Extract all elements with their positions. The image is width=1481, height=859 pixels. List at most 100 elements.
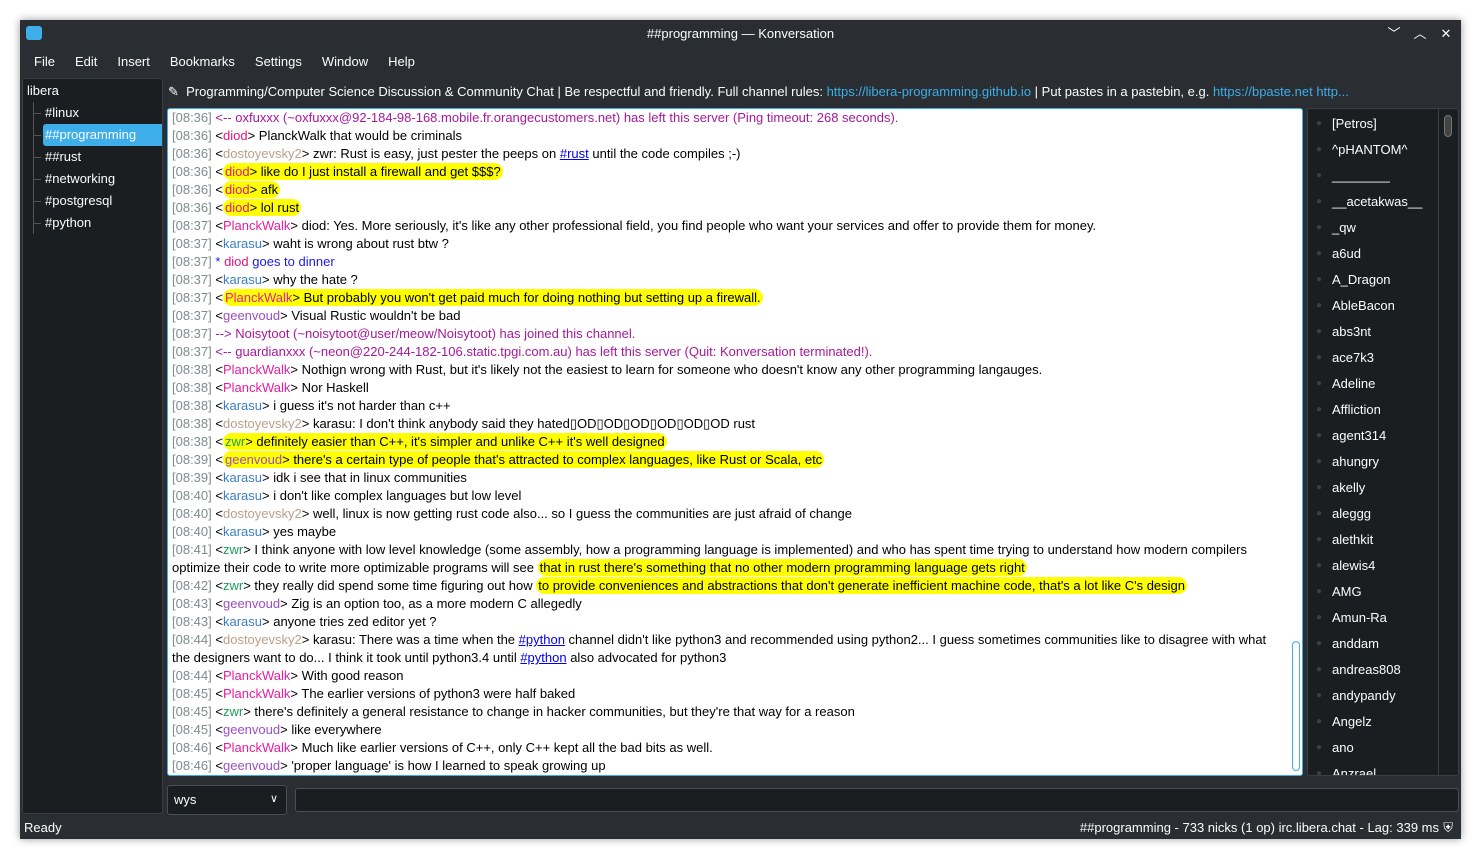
channel-item[interactable]: #linux [23,102,162,124]
nick-item[interactable]: ● Amun-Ra [1308,605,1438,631]
nick-item[interactable]: ● Adeline [1308,371,1438,397]
message-nick[interactable]: zwr [223,542,243,557]
menu-help[interactable]: Help [378,50,425,76]
menu-file[interactable]: File [24,50,65,76]
menu-settings[interactable]: Settings [245,50,312,76]
message-nick[interactable]: diod [222,181,250,198]
nick-item[interactable]: ● alewis4 [1308,553,1438,579]
nick-item[interactable]: ● AMG [1308,579,1438,605]
message-nick[interactable]: geenvoud [222,451,283,468]
nick-item[interactable]: ● abs3nt [1308,319,1438,345]
menu-insert[interactable]: Insert [107,50,160,76]
message-nick[interactable]: dostoyevsky2 [223,632,302,647]
menu-window[interactable]: Window [312,50,378,76]
nick-item[interactable]: ● anddam [1308,631,1438,657]
message-nick[interactable]: PlanckWalk [223,218,290,233]
message-text: Visual Rustic wouldn't be bad [287,308,461,323]
nick-item[interactable]: ● aleggg [1308,501,1438,527]
nick-item[interactable]: ● andreas808 [1308,657,1438,683]
channel-link[interactable]: #rust [560,146,589,161]
message-nick[interactable]: PlanckWalk [222,289,293,306]
scrollbar-thumb[interactable] [1444,115,1452,137]
message-nick[interactable]: PlanckWalk [223,686,290,701]
nick-item[interactable]: ● ahungry [1308,449,1438,475]
scrollbar-thumb[interactable] [1292,641,1300,771]
nick-item[interactable]: ● ano [1308,735,1438,761]
chat-message: [08:37] < PlanckWalk> But probably you wo… [172,289,1276,307]
nick-item[interactable]: ● alethkit [1308,527,1438,553]
nick-item[interactable]: ● ________ [1308,163,1438,189]
user-icon: ● [1316,196,1323,207]
message-nick[interactable]: diod [222,199,250,216]
message-nick[interactable]: karasu [223,488,262,503]
nick-item[interactable]: ● Anzrael [1308,761,1438,775]
channel-link[interactable]: #python [520,650,566,665]
nick-item[interactable]: ● ^pHANTOM^ [1308,137,1438,163]
message-nick[interactable]: geenvoud [223,758,280,773]
nick-bracket: > [262,470,270,485]
nick-bracket: < [215,614,223,629]
nick-item[interactable]: ● Affliction [1308,397,1438,423]
nick-item[interactable]: ● a6ud [1308,241,1438,267]
message-nick[interactable]: karasu [223,398,262,413]
message-nick[interactable]: karasu [223,470,262,485]
message-nick[interactable]: zwr [223,578,243,593]
message-nick[interactable]: geenvoud [223,722,280,737]
message-input[interactable] [295,788,1459,812]
topic-link-bpaste[interactable]: https://bpaste.net [1213,84,1313,99]
user-icon: ● [1316,716,1323,727]
message-nick[interactable]: PlanckWalk [223,380,290,395]
topic-link-rules[interactable]: https://libera-programming.github.io [827,84,1032,99]
nick-item[interactable]: ● AbleBacon [1308,293,1438,319]
nick-item[interactable]: ● ace7k3 [1308,345,1438,371]
channel-item[interactable]: #python [23,212,162,234]
nick-item[interactable]: ● Angelz [1308,709,1438,735]
chat-view[interactable]: [08:36] <-- oxfuxxx (~oxfuxxx@92-184-98-… [167,108,1303,776]
nick-item[interactable]: ● __acetakwas__ [1308,189,1438,215]
message-nick[interactable]: karasu [223,614,262,629]
topic-link-more[interactable]: http... [1316,84,1349,99]
close-button[interactable]: ✕ [1439,20,1453,48]
message-nick[interactable]: zwr [222,433,246,450]
nick-list-scrollbar[interactable] [1438,109,1458,775]
menu-bookmarks[interactable]: Bookmarks [160,50,245,76]
chat-scrollbar[interactable] [1292,113,1300,771]
minimize-button[interactable]: ﹀ [1387,20,1401,48]
message-nick[interactable]: geenvoud [223,596,280,611]
message-nick[interactable]: karasu [223,236,262,251]
nick-item[interactable]: ● _qw [1308,215,1438,241]
message-nick[interactable]: diod [223,128,248,143]
message-timestamp: [08:37] [172,308,212,323]
menu-edit[interactable]: Edit [65,50,107,76]
message-nick[interactable]: karasu [223,524,262,539]
message-nick[interactable]: PlanckWalk [223,668,290,683]
message-nick[interactable]: geenvoud [223,308,280,323]
nick-item[interactable]: ● akelly [1308,475,1438,501]
message-timestamp: [08:46] [172,758,212,773]
channel-link[interactable]: #python [519,632,565,647]
nick-item[interactable]: ● A_Dragon [1308,267,1438,293]
nick-item[interactable]: ● [Petros] [1308,111,1438,137]
message-nick[interactable]: diod [224,254,249,269]
channel-item[interactable]: #networking [23,168,162,190]
channel-item-selected[interactable]: ##programming [23,124,162,146]
message-nick[interactable]: dostoyevsky2 [223,146,302,161]
message-nick[interactable]: karasu [223,272,262,287]
message-nick[interactable]: dostoyevsky2 [223,506,302,521]
message-nick[interactable]: PlanckWalk [223,740,290,755]
maximize-button[interactable]: ︿ [1413,20,1427,48]
chat-message: [08:37] <-- guardianxxx (~neon@220-244-1… [172,343,1276,361]
message-nick[interactable]: PlanckWalk [223,362,290,377]
nick-item[interactable]: ● agent314 [1308,423,1438,449]
server-item[interactable]: libera [23,79,162,102]
message-nick[interactable]: dostoyevsky2 [223,416,302,431]
channel-item[interactable]: #postgresql [23,190,162,212]
edit-topic-icon[interactable]: ✎ [168,84,179,99]
user-icon: ● [1316,170,1323,181]
nickname-selector[interactable]: wys ∨ [167,785,287,815]
nick-bracket: < [215,596,223,611]
nick-item[interactable]: ● andypandy [1308,683,1438,709]
channel-item[interactable]: ##rust [23,146,162,168]
message-nick[interactable]: diod [222,163,250,180]
message-nick[interactable]: zwr [223,704,243,719]
